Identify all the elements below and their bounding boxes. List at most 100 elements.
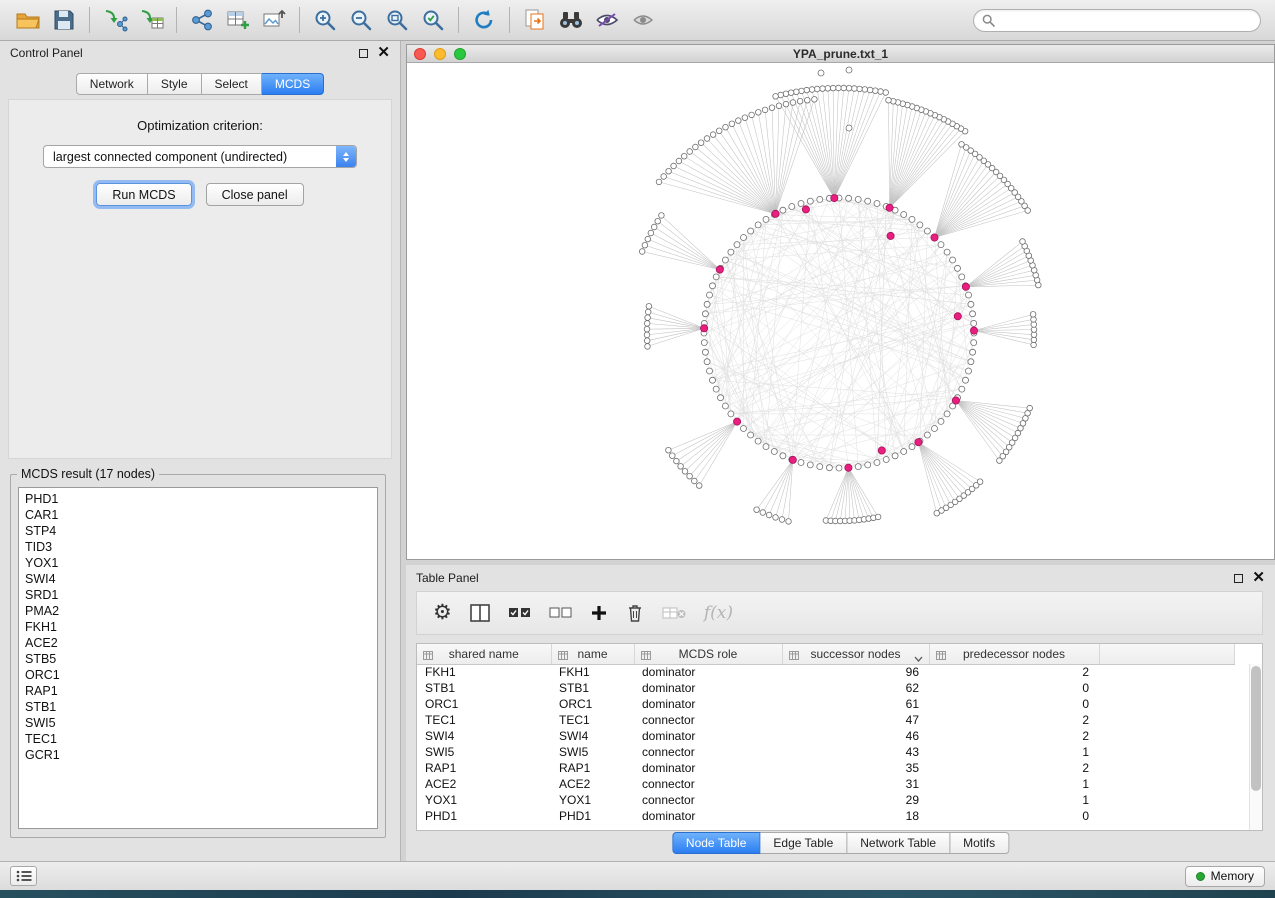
node-table-container: shared name name MCDS role successor nod… — [416, 643, 1263, 831]
column-header-mcds-role[interactable]: MCDS role — [634, 644, 782, 664]
table-row[interactable]: ACE2ACE2connector311 — [417, 776, 1235, 792]
mcds-result-item[interactable]: PHD1 — [25, 491, 377, 507]
table-panel-titlebar: Table Panel ✕ — [416, 568, 1265, 588]
mcds-result-item[interactable]: STB5 — [25, 651, 377, 667]
mcds-result-group: MCDS result (17 nodes) PHD1CAR1STP4TID3Y… — [10, 467, 386, 838]
mcds-result-item[interactable]: YOX1 — [25, 555, 377, 571]
import-network-icon[interactable] — [97, 4, 133, 36]
tab-network[interactable]: Network — [76, 73, 148, 95]
memory-button[interactable]: Memory — [1185, 866, 1265, 887]
network-canvas[interactable] — [407, 63, 1274, 559]
criterion-selected-value: largest connected component (undirected) — [44, 150, 336, 164]
mcds-result-item[interactable]: SRD1 — [25, 587, 377, 603]
table-panel: Table Panel ✕ ⚙ f(x) — [406, 565, 1275, 861]
refresh-icon[interactable] — [466, 4, 502, 36]
close-table-panel-icon[interactable]: ✕ — [1252, 573, 1265, 583]
clone-network-icon[interactable] — [517, 4, 553, 36]
table-toolbar: ⚙ f(x) — [416, 591, 1263, 635]
select-stepper-icon — [336, 146, 356, 167]
export-image-icon[interactable] — [256, 4, 292, 36]
search-box[interactable] — [973, 9, 1261, 32]
mcds-result-item[interactable]: RAP1 — [25, 683, 377, 699]
memory-status-icon — [1196, 872, 1205, 881]
table-settings-gear-icon[interactable]: ⚙ — [433, 598, 452, 628]
close-panel-button[interactable]: Close panel — [206, 183, 304, 206]
table-row[interactable]: ORC1ORC1dominator610 — [417, 696, 1235, 712]
deselect-all-columns-icon[interactable] — [549, 598, 572, 628]
tab-node-table[interactable]: Node Table — [672, 832, 761, 854]
column-header-filler — [1099, 644, 1235, 664]
show-columns-icon[interactable] — [470, 598, 490, 628]
mcds-result-item[interactable]: TEC1 — [25, 731, 377, 747]
float-table-panel-icon[interactable] — [1234, 574, 1243, 583]
tab-edge-table[interactable]: Edge Table — [760, 832, 847, 854]
mcds-result-item[interactable]: ORC1 — [25, 667, 377, 683]
close-panel-icon[interactable]: ✕ — [377, 48, 390, 58]
open-session-icon[interactable] — [10, 4, 46, 36]
table-row[interactable]: PHD1PHD1dominator180 — [417, 808, 1235, 824]
scrollbar-thumb[interactable] — [1251, 666, 1261, 791]
mcds-result-item[interactable]: SWI4 — [25, 571, 377, 587]
toolbar-separator — [509, 7, 510, 33]
show-details-icon[interactable] — [625, 4, 661, 36]
tab-select[interactable]: Select — [202, 73, 262, 95]
import-table-icon[interactable] — [133, 4, 169, 36]
network-view[interactable] — [407, 63, 1275, 560]
column-grid-icon — [423, 649, 433, 663]
delete-table-icon-disabled — [662, 598, 686, 628]
mcds-result-item[interactable]: PMA2 — [25, 603, 377, 619]
tab-motifs[interactable]: Motifs — [950, 832, 1009, 854]
zoom-out-icon[interactable] — [343, 4, 379, 36]
delete-row-icon[interactable] — [626, 598, 644, 628]
mcds-result-item[interactable]: CAR1 — [25, 507, 377, 523]
tab-mcds[interactable]: MCDS — [262, 73, 324, 95]
run-mcds-button[interactable]: Run MCDS — [96, 183, 191, 206]
mcds-result-item[interactable]: TID3 — [25, 539, 377, 555]
mcds-result-item[interactable]: STP4 — [25, 523, 377, 539]
zoom-in-icon[interactable] — [307, 4, 343, 36]
table-panel-tabs: Node Table Edge Table Network Table Moti… — [672, 832, 1009, 854]
table-row[interactable]: TEC1TEC1connector472 — [417, 712, 1235, 728]
table-row[interactable]: YOX1YOX1connector291 — [417, 792, 1235, 808]
toolbar-separator — [299, 7, 300, 33]
table-row[interactable]: RAP1RAP1dominator352 — [417, 760, 1235, 776]
column-grid-icon — [936, 649, 946, 663]
hide-details-icon[interactable] — [589, 4, 625, 36]
float-panel-icon[interactable] — [359, 49, 368, 58]
mcds-result-item[interactable]: ACE2 — [25, 635, 377, 651]
mcds-result-title: MCDS result (17 nodes) — [17, 467, 159, 481]
tab-network-table[interactable]: Network Table — [847, 832, 950, 854]
tab-style[interactable]: Style — [148, 73, 202, 95]
function-builder-icon-disabled: f(x) — [704, 598, 733, 628]
zoom-selected-icon[interactable] — [415, 4, 451, 36]
table-row[interactable]: SWI4SWI4dominator462 — [417, 728, 1235, 744]
network-titlebar[interactable]: YPA_prune.txt_1 — [407, 45, 1274, 63]
save-session-icon[interactable] — [46, 4, 82, 36]
task-history-button[interactable] — [10, 866, 37, 886]
mcds-result-item[interactable]: GCR1 — [25, 747, 377, 763]
column-header-shared-name[interactable]: shared name — [417, 644, 551, 664]
column-header-predecessor-nodes[interactable]: predecessor nodes — [929, 644, 1099, 664]
table-row[interactable]: FKH1FKH1dominator962 — [417, 664, 1235, 680]
new-network-icon[interactable] — [184, 4, 220, 36]
select-all-columns-icon[interactable] — [508, 598, 531, 628]
sort-chevron-icon[interactable] — [914, 651, 923, 665]
mcds-panel: Optimization criterion: largest connecte… — [8, 99, 392, 459]
table-row[interactable]: STB1STB1dominator620 — [417, 680, 1235, 696]
zoom-fit-icon[interactable] — [379, 4, 415, 36]
mcds-result-list[interactable]: PHD1CAR1STP4TID3YOX1SWI4SRD1PMA2FKH1ACE2… — [18, 487, 378, 829]
table-row[interactable]: SWI5SWI5connector431 — [417, 744, 1235, 760]
search-input[interactable] — [1000, 13, 1252, 27]
mcds-result-item[interactable]: STB1 — [25, 699, 377, 715]
add-row-icon[interactable] — [590, 598, 608, 628]
mcds-result-item[interactable]: SWI5 — [25, 715, 377, 731]
mcds-result-item[interactable]: FKH1 — [25, 619, 377, 635]
new-table-icon[interactable] — [220, 4, 256, 36]
column-header-successor-nodes[interactable]: successor nodes — [782, 644, 929, 664]
column-header-name[interactable]: name — [551, 644, 634, 664]
table-scrollbar[interactable] — [1249, 664, 1262, 830]
desktop-wallpaper — [0, 890, 1275, 898]
find-network-icon[interactable] — [553, 4, 589, 36]
criterion-select[interactable]: largest connected component (undirected) — [43, 145, 357, 168]
network-window-title: YPA_prune.txt_1 — [407, 47, 1274, 61]
